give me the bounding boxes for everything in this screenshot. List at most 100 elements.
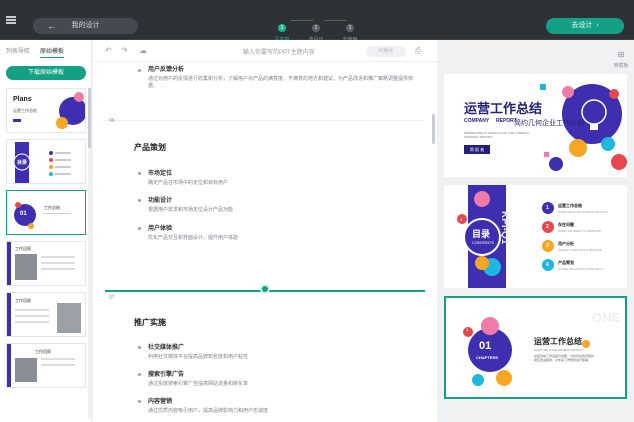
- slide-thumbnail-6[interactable]: 工作回顾: [6, 343, 86, 388]
- bullet: [138, 346, 141, 349]
- switch-template-button[interactable]: ⊞ 换模板: [608, 44, 634, 69]
- step-use[interactable]: 3 去使用: [335, 16, 365, 43]
- export-icon[interactable]: ⎙: [415, 46, 421, 56]
- chevron-right-icon: ›: [596, 22, 599, 29]
- download-template-button[interactable]: 下载原始模板: [6, 66, 86, 80]
- outline-content: 用户反馈分析 通过对用户的反馈进行收集和分析，了解用户对产品的满意度、不满意的地…: [93, 62, 437, 422]
- preview-slide-contents[interactable]: 目录 CONTENTS 1 KPI-Q1 1 运营工作总结 WHAT WE HA…: [444, 185, 627, 288]
- item-title[interactable]: 市场定位: [148, 168, 172, 177]
- thumb-title: 工作回顾: [15, 246, 31, 251]
- item-title[interactable]: 社交媒体推广: [148, 342, 184, 351]
- scroll-thumb[interactable]: [88, 88, 91, 148]
- section-title[interactable]: 产品策划: [134, 142, 166, 153]
- go-design-button[interactable]: 去设计 ›: [546, 18, 624, 34]
- back-to-my-designs-button[interactable]: ← 我的设计: [33, 18, 138, 34]
- slide-thumbnail-5[interactable]: 工作回顾: [6, 292, 86, 337]
- toc-subtitle: WHAT WE NEED TO IMPROVE: [558, 229, 601, 233]
- contents-badge: 1: [460, 217, 463, 222]
- step-number: 1: [278, 24, 286, 32]
- contents-en: CONTENTS: [472, 240, 494, 245]
- step-indicator: 1 写内容 2 选设计 3 去使用: [265, 16, 375, 43]
- section-title[interactable]: 推广实施: [134, 317, 166, 328]
- thumb-title: 目录: [17, 160, 28, 166]
- slide-thumbnail-2[interactable]: 目录: [6, 139, 86, 184]
- outline-editor: ↶ ↷ ☁ 输入你要写的PPT主题内容 AI美化 ⎙ 用户反馈分析 通过对用户的…: [93, 40, 437, 422]
- step-number: 2: [312, 24, 320, 32]
- contents-title: 目录: [472, 229, 491, 239]
- bullet: [138, 199, 141, 202]
- toc-number: 3: [546, 243, 549, 249]
- chapter-badge: 1: [466, 327, 469, 332]
- item-title[interactable]: 搜索引擎广告: [148, 369, 184, 378]
- toc-subtitle: WHAT WE HAVE DONE IN DETAILS: [558, 210, 608, 214]
- left-tabs: 列表导航 原始模板: [0, 46, 92, 60]
- item-description[interactable]: 确定产品在市场中的定位和目标用户: [148, 179, 228, 186]
- page-divider: [103, 120, 423, 121]
- template-preview-panel: ⊞ 换模板 运营工作总结 COMPANY REPORT 简约几何企业工作计划 P…: [437, 40, 634, 422]
- left-scrollbar[interactable]: [88, 88, 91, 418]
- toc-subtitle: INSIGHT ANALYSIS & METHOD: [558, 248, 602, 252]
- item-description[interactable]: 优化产品交互和界面设计，提升用户体验: [148, 234, 238, 241]
- drag-handle[interactable]: [260, 284, 270, 294]
- preview-slide-cover[interactable]: 运营工作总结 COMPANY REPORT 简约几何企业工作计划 PRESENT…: [444, 74, 627, 177]
- chapter-number: 01: [479, 340, 492, 352]
- toc-number: 1: [546, 205, 549, 211]
- menu-icon[interactable]: [6, 16, 16, 24]
- chapter-title: 运营工作总结: [534, 337, 582, 346]
- grid-icon: ⊞: [617, 50, 625, 59]
- go-design-label: 去设计: [571, 22, 593, 29]
- cover-en-line-1: COMPANY: [464, 118, 490, 124]
- slide-thumbnail-3[interactable]: 01 工作总结: [6, 190, 86, 235]
- editor-scrollbar[interactable]: [432, 114, 435, 144]
- toc-title: 用户分析: [558, 241, 574, 246]
- chapter-subtitle: WHAT WE HAVE DONE IN DETAILS: [534, 348, 584, 352]
- page-number: 07: [109, 295, 115, 301]
- item-title[interactable]: 用户反馈分析: [148, 64, 184, 73]
- item-title[interactable]: 功能设计: [148, 195, 172, 204]
- thumb-title: 工作回顾: [35, 349, 51, 354]
- contents-kpi-watermark: KPI-Q1: [499, 211, 510, 245]
- toc-title: 运营工作总结: [558, 203, 582, 208]
- bullet: [138, 373, 141, 376]
- item-description[interactable]: 通过对用户的反馈进行收集和分析，了解用户对产品的满意度、不满意的地方和建议，为产…: [148, 76, 418, 90]
- thumb-title: Plans: [13, 96, 32, 103]
- item-description[interactable]: 利用社交媒体平台提高品牌知名度和用户粘性: [148, 353, 248, 360]
- toc-title: 存在问题: [558, 222, 574, 227]
- redo-icon[interactable]: ↷: [121, 46, 128, 55]
- item-description[interactable]: 根据用户需求和市场定位设计产品功能: [148, 206, 233, 213]
- thumb-chapter-graphic: [14, 202, 71, 229]
- undo-icon[interactable]: ↶: [105, 46, 112, 55]
- ai-beautify-button[interactable]: AI美化: [366, 46, 406, 57]
- cloud-icon[interactable]: ☁: [139, 46, 147, 55]
- thumb-subtitle: 运营工作总结: [13, 108, 37, 113]
- cover-title: 运营工作总结: [464, 101, 543, 116]
- preview-slide-chapter[interactable]: ONE 1 01 CHAPTERS 运营工作总结 WHAT WE HAVE DO…: [444, 296, 627, 399]
- cover-subtitle: 简约几何企业工作计划: [514, 120, 584, 127]
- cover-badge: 简 报 者: [464, 145, 490, 154]
- item-description[interactable]: 通过优质内容吸引用户，提高品牌影响力和用户忠诚度: [148, 407, 268, 414]
- chapter-description: 总结当前工作进度与成果，分析存在的问题并制定改进措施，对未来工作规划进行部署。: [534, 354, 595, 362]
- left-panel: 列表导航 原始模板 下载原始模板 Plans 运营工作总结 目录 01 工作总结…: [0, 40, 92, 422]
- topic-input[interactable]: 输入你要写的PPT主题内容: [243, 47, 315, 56]
- item-description[interactable]: 通过投放搜索引擎广告提高网站流量和转化率: [148, 380, 248, 387]
- item-title[interactable]: 用户体验: [148, 223, 172, 232]
- toc-number: 2: [546, 224, 549, 230]
- bullet: [138, 172, 141, 175]
- app-window: ← 我的设计 1 写内容 2 选设计 3 去使用 去设计› 列表导航: [0, 0, 634, 422]
- bullet: [138, 69, 141, 72]
- slide-thumbnail-4[interactable]: 工作回顾: [6, 241, 86, 286]
- bullet: [138, 400, 141, 403]
- bullet: [138, 227, 141, 230]
- chapter-bg-watermark: ONE: [592, 310, 621, 325]
- step-number: 3: [346, 24, 354, 32]
- chapter-en: CHAPTERS: [476, 355, 499, 360]
- thumb-subtitle: 工作总结: [44, 205, 60, 210]
- tab-list-nav[interactable]: 列表导航: [6, 46, 30, 55]
- thumb-title: 工作回顾: [15, 298, 31, 303]
- thumb-title: 01: [20, 211, 27, 217]
- item-title[interactable]: 内容营销: [148, 396, 172, 405]
- toc-number: 4: [546, 262, 549, 268]
- slide-thumbnail-1[interactable]: Plans 运营工作总结: [6, 88, 86, 133]
- tab-original-template[interactable]: 原始模板: [40, 46, 65, 58]
- arrow-left-icon: ←: [47, 21, 56, 31]
